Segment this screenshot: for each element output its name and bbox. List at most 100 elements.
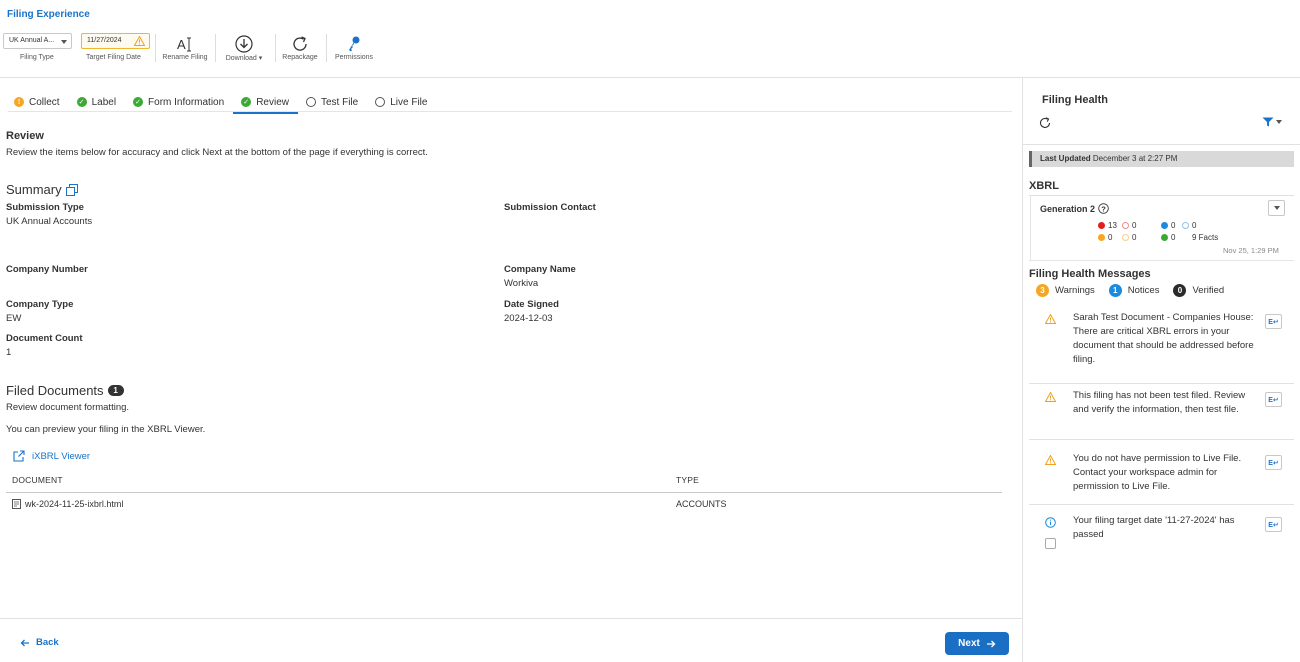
company-name-value: Workiva: [504, 278, 539, 289]
info-outline-value: 0: [1192, 221, 1197, 230]
steps-divider: [8, 111, 1012, 112]
rename-label: Rename Filing: [162, 54, 208, 61]
warnings-count: 3: [1036, 284, 1049, 297]
message-text: Your filing target date '11-27-2024' has…: [1073, 515, 1235, 540]
download-button[interactable]: Download ▾: [220, 34, 268, 62]
step-form-information[interactable]: ✓ Form Information: [133, 95, 224, 109]
go-to-source-button[interactable]: E↵: [1265, 517, 1282, 532]
table-row-document[interactable]: wk-2024-11-25-ixbrl.html: [12, 499, 123, 509]
chevron-down-icon: [61, 40, 67, 44]
toolbar-divider: [215, 34, 216, 62]
check-icon: ✓: [133, 97, 144, 107]
rename-icon: A: [160, 34, 210, 54]
permissions-label: Permissions: [334, 54, 374, 61]
warnings-filter[interactable]: 3 Warnings: [1036, 284, 1095, 297]
warning-outline-count: 0: [1122, 233, 1136, 242]
info-outline-count: 0: [1182, 221, 1196, 230]
warning-icon: [1044, 454, 1057, 468]
company-name-label: Company Name: [504, 264, 576, 275]
empty-circle-icon: [375, 97, 386, 107]
step-label-tab[interactable]: ✓ Label: [76, 95, 116, 109]
generation-dropdown[interactable]: [1268, 200, 1285, 216]
next-label: Next: [958, 638, 980, 649]
svg-text:?: ?: [1101, 204, 1106, 213]
message-checkbox[interactable]: [1045, 538, 1056, 549]
date-signed-label: Date Signed: [504, 299, 559, 310]
step-test-file[interactable]: Test File: [305, 95, 359, 109]
step-label: Live File: [390, 96, 428, 108]
check-icon: ✓: [241, 97, 252, 107]
toolbar-divider: [275, 34, 276, 62]
verified-filter[interactable]: 0 Verified: [1173, 284, 1224, 297]
toolbar-divider: [326, 34, 327, 62]
last-updated-label: Last Updated: [1040, 154, 1091, 163]
step-label: Form Information: [148, 96, 225, 108]
arrow-left-icon: [20, 639, 29, 646]
refresh-icon[interactable]: [1039, 117, 1051, 132]
toolbar-divider: [155, 34, 156, 62]
step-collect[interactable]: ! Collect: [14, 95, 60, 109]
filed-documents-title: Filed Documents: [6, 383, 104, 398]
health-message: Sarah Test Document - Companies House: T…: [1029, 306, 1294, 384]
step-live-file[interactable]: Live File: [375, 95, 427, 109]
repackage-button[interactable]: Repackage: [280, 34, 320, 61]
filing-type-select[interactable]: UK Annual A...: [3, 33, 72, 49]
health-message-filters: 3 Warnings 1 Notices 0 Verified: [1036, 284, 1238, 297]
message-text: This filing has not been test filed. Rev…: [1073, 390, 1246, 415]
error-outline-count: 0: [1122, 221, 1136, 230]
table-header-divider: [6, 492, 1002, 493]
go-to-source-button[interactable]: E↵: [1265, 314, 1282, 329]
repackage-label: Repackage: [282, 54, 318, 61]
go-to-source-button[interactable]: E↵: [1265, 392, 1282, 407]
arrow-right-icon: [986, 640, 996, 647]
info-count-value: 0: [1171, 221, 1176, 230]
summary-heading: Summary: [6, 182, 78, 197]
ixbrl-viewer-label: iXBRL Viewer: [32, 450, 91, 462]
target-date-field[interactable]: 11/27/2024: [81, 33, 150, 49]
filed-documents-heading: Filed Documents 1: [6, 383, 124, 398]
step-review[interactable]: ✓ Review: [233, 95, 298, 114]
generation-divider: [1029, 260, 1294, 261]
notices-filter[interactable]: 1 Notices: [1108, 284, 1159, 297]
warning-icon: [1044, 391, 1057, 405]
review-title: Review: [6, 130, 44, 142]
target-date-caption: Target Filing Date: [86, 54, 141, 61]
blue-dot-icon: [1161, 222, 1168, 229]
column-header-type: TYPE: [676, 475, 700, 485]
filing-health-title: Filing Health: [1042, 94, 1108, 106]
generation-border: [1030, 196, 1031, 260]
empty-circle-icon: [305, 97, 316, 107]
warning-count-value: 0: [1108, 233, 1113, 242]
error-count-value: 13: [1108, 221, 1117, 230]
rename-filing-button[interactable]: A Rename Filing: [160, 34, 210, 61]
filed-documents-desc: Review document formatting.: [6, 402, 130, 413]
info-count: 0: [1161, 221, 1175, 230]
download-icon: [220, 34, 268, 54]
permissions-button[interactable]: Permissions: [332, 34, 376, 61]
company-number-label: Company Number: [6, 264, 88, 275]
check-icon: ✓: [76, 97, 87, 107]
copy-icon[interactable]: [65, 183, 78, 196]
summary-title: Summary: [6, 182, 62, 197]
filter-icon: [1262, 117, 1274, 127]
next-button[interactable]: Next: [945, 632, 1009, 655]
panel-divider: [1022, 78, 1023, 662]
last-updated-bar: Last Updated December 3 at 2:27 PM: [1029, 151, 1294, 167]
green-dot-icon: [1161, 234, 1168, 241]
step-label: Test File: [320, 96, 359, 108]
toolbar: UK Annual A... Filing Type 11/27/2024 Ta…: [0, 30, 1300, 66]
app-title: Filing Experience: [7, 9, 90, 20]
count-badge: 1: [107, 385, 124, 396]
help-icon[interactable]: ?: [1098, 203, 1109, 214]
facts-count: 9 Facts: [1192, 233, 1219, 242]
filter-button[interactable]: [1262, 117, 1282, 127]
back-button[interactable]: Back: [20, 637, 59, 648]
file-icon: [12, 499, 21, 509]
footer-divider: [0, 618, 1022, 619]
verified-label: Verified: [1192, 285, 1225, 296]
ixbrl-viewer-link[interactable]: iXBRL Viewer: [13, 450, 90, 462]
warning-status-icon: !: [14, 97, 24, 107]
chevron-down-icon: [1276, 120, 1282, 124]
submission-type-label: Submission Type: [6, 202, 84, 213]
go-to-source-button[interactable]: E↵: [1265, 455, 1282, 470]
